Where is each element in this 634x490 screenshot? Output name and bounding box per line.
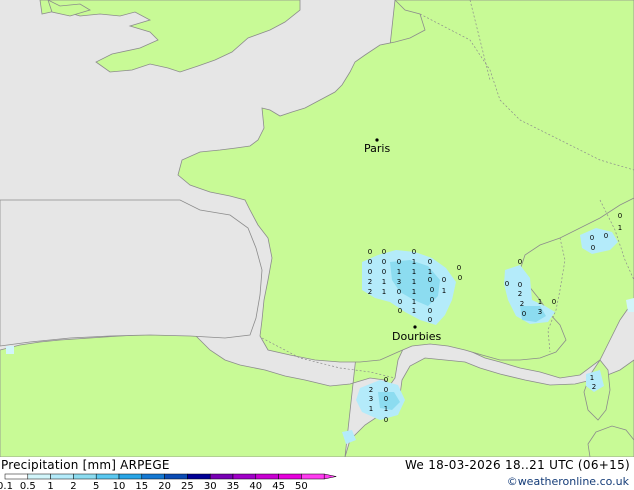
precip-value: 2 [518,290,522,298]
legend-tick-label: 25 [181,481,194,490]
precip-value: 0 [428,258,432,266]
precip-value: 0 [397,258,401,266]
precip-legend: 0.1 0.5 1 2 5 10 15 20 25 30 35 40 45 50 [0,473,337,490]
precip-value: 0 [412,248,416,256]
precip-value: 3 [369,395,373,403]
precip-value: 1 [442,287,446,295]
valid-datetime: We 18-03-2026 18..21 UTC (06+15) [404,458,630,472]
precip-value: 2 [368,278,372,286]
precip-value: 0 [382,258,386,266]
precip-value: 2 [369,386,373,394]
precip-value: 0 [384,386,388,394]
precip-value: 0 [428,316,432,324]
precip-value: 1 [412,258,416,266]
precip-value: 0 [384,376,388,384]
legend-tick-label: 20 [158,481,171,490]
precip-value: 1 [412,298,416,306]
precip-value: 1 [382,288,386,296]
precip-value: 0 [458,274,462,282]
precip-value: 2 [520,300,524,308]
precip-value: 1 [590,374,594,382]
legend-swatch [141,473,165,480]
legend-swatch [95,473,120,480]
legend-swatch [209,473,234,480]
precip-value: 0 [552,298,556,306]
precip-value: 0 [505,280,509,288]
precip-value: 0 [591,244,595,252]
legend-swatch [73,473,97,480]
precip-value: 0 [398,307,402,315]
precip-value: 0 [430,286,434,294]
legend-swatch [27,473,51,480]
precip-value: 2 [592,383,596,391]
legend-tick-label: 50 [295,481,308,490]
precip-value: 0 [442,276,446,284]
precip-value: 3 [538,308,542,316]
precip-value: 0 [604,232,608,240]
legend-tick-label: 0.5 [20,481,36,490]
bay-of-biscay [0,199,263,347]
precip-value: 0 [590,234,594,242]
precip-value: 1 [618,224,622,232]
precip-value: 0 [398,298,402,306]
city-label: Dourbies [392,330,442,343]
precip-value: 0 [518,258,522,266]
precip-value: 1 [412,268,416,276]
legend-tick-label: 30 [204,481,217,490]
precip-value: 1 [412,288,416,296]
legend-tick-label: 2 [70,481,76,490]
legend-swatch [232,473,257,480]
precip-value: 1 [382,278,386,286]
precipitation-map: 0 0 00 0 0 1 000 0 1 1 10 02 1 3 1 0102 1 0 1 00 1 00 1 000022 1… [0,0,634,457]
precip-value: 1 [412,307,416,315]
legend-swatch [255,473,279,480]
precip-value: 3 [397,278,401,286]
precip-value: 1 [369,405,373,413]
legend-tick-label: 5 [93,481,99,490]
precip-value: 0 [384,395,388,403]
precip-value: 1 [538,298,542,306]
city-marker [413,325,417,329]
legend-swatch [187,473,211,480]
precip-value: 1 [384,405,388,413]
legend-swatch [50,473,74,480]
precip-value: 1 [397,268,401,276]
precip-value: 0 [430,296,434,304]
legend-swatch [164,473,188,480]
precip-value: 0 [384,416,388,424]
precip-value: 0 [368,268,372,276]
precip-value: 0 [457,264,461,272]
legend-swatch [278,473,302,480]
precip-value: 0 [382,248,386,256]
map-title: Precipitation [mm] ARPEGE [1,458,170,472]
legend-tick-label: 45 [272,481,285,490]
precip-value: 0 [428,276,432,284]
legend-tick-label: 15 [135,481,148,490]
legend-ticks: 0.1 0.5 1 2 5 10 15 20 25 30 35 40 45 50 [0,481,308,490]
precip-value: 0 [368,258,372,266]
legend-tick-label: 1 [47,481,53,490]
legend-tick-label: 40 [249,481,262,490]
precip-value: 0 [522,310,526,318]
credit-link[interactable]: ©weatheronline.co.uk [507,475,629,488]
legend-tick-label: 0.1 [0,481,13,490]
precip-value: 0 [618,212,622,220]
precip-value: 0 [397,288,401,296]
legend-tick-label: 10 [113,481,126,490]
precip-value: 1 [428,268,432,276]
precip-value: 2 [368,288,372,296]
city-label: Paris [364,142,390,155]
precip-value: 0 [382,268,386,276]
precip-value: 0 [518,281,522,289]
legend-swatch [301,473,325,480]
legend-swatch [118,473,143,480]
legend-overflow-arrow [323,473,337,480]
precip-value: 0 [428,307,432,315]
precip-value: 0 [368,248,372,256]
legend-swatches [4,473,337,480]
precip-value: 1 [412,278,416,286]
legend-tick-label: 35 [227,481,240,490]
legend-swatch [4,473,29,480]
